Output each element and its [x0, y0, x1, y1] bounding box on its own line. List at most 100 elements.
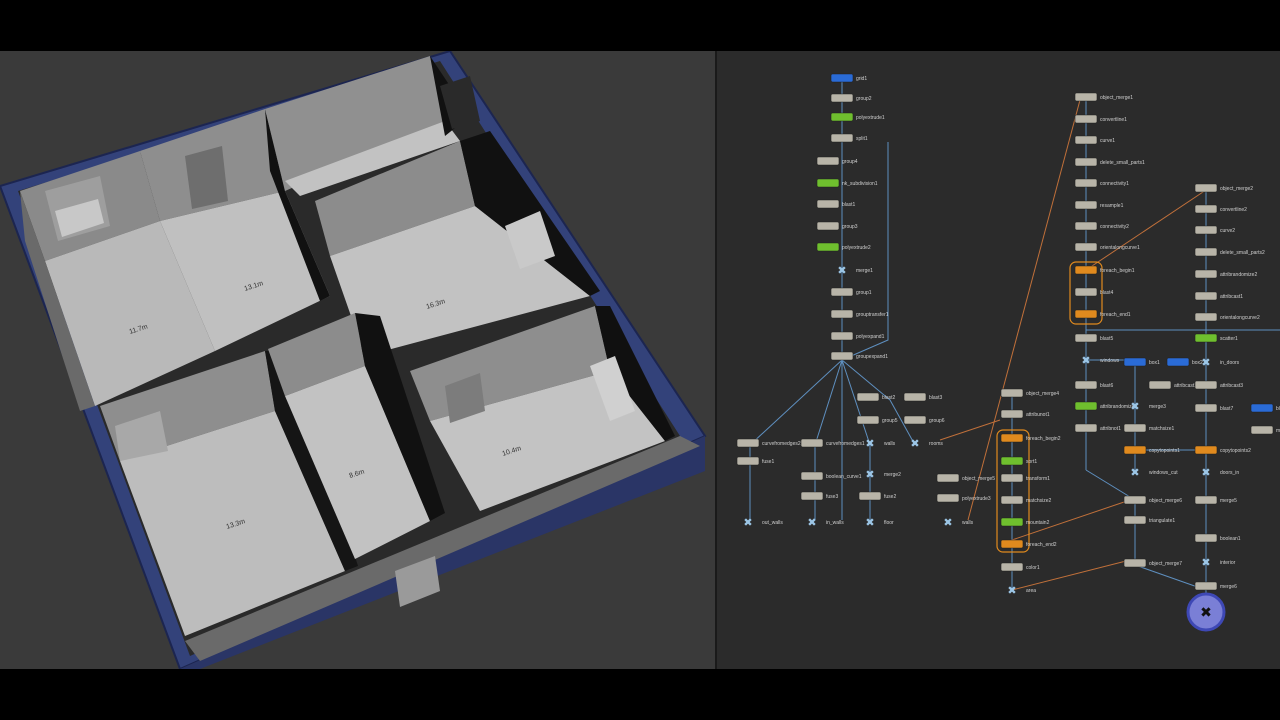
node-delete-small-parts1[interactable]: delete_small_parts1 [1074, 157, 1145, 167]
node-blast6[interactable]: blast6 [1074, 380, 1114, 390]
node-network-editor[interactable]: grid1 group2 polyextrude1 split1 group4 nk_su… [717, 51, 1280, 669]
node-group2[interactable]: group2 [830, 93, 872, 103]
node-merge4[interactable]: merge4 [1250, 425, 1280, 435]
node-convertline2[interactable]: convertline2 [1194, 204, 1247, 214]
node-label: attribcast2 [1174, 383, 1197, 389]
node-attribnot1[interactable]: attribnot1 [1074, 423, 1121, 433]
node-area[interactable]: ✖ area [1007, 585, 1036, 597]
node-body [1000, 456, 1024, 466]
node-boolean-curve[interactable]: boolean_curve1 [800, 471, 862, 481]
node-merge6[interactable]: merge6 [1194, 581, 1237, 591]
node-scatter1[interactable]: scatter1 [1194, 333, 1238, 343]
node-curve2[interactable]: curve2 [1194, 225, 1235, 235]
node-curve1[interactable]: curve1 [1074, 135, 1115, 145]
node-blast8[interactable]: blast8 [1250, 403, 1280, 413]
node-polyextrude2[interactable]: polyextrude2 [816, 242, 871, 252]
node-group5[interactable]: group5 [856, 415, 898, 425]
node-merge3[interactable]: ✖ merge3 [1130, 401, 1166, 413]
node-box1[interactable]: box1 [1123, 357, 1160, 367]
node-foreach-begin1[interactable]: foreach_begin1 [1074, 265, 1135, 275]
node-in-walls[interactable]: ✖ in_walls [807, 517, 844, 529]
node-rooms[interactable]: ✖ rooms [910, 438, 943, 450]
node-label: convertline1 [1100, 117, 1127, 123]
node-group6[interactable]: group6 [903, 415, 945, 425]
node-merge2[interactable]: ✖ merge2 [865, 469, 901, 481]
node-connectivity2[interactable]: connectivity2 [1074, 221, 1129, 231]
node-foreach-end2[interactable]: foreach_end2 [1000, 539, 1057, 549]
node-blast4[interactable]: blast4 [1074, 287, 1114, 297]
node-box2[interactable]: box2 [1166, 357, 1203, 367]
node-curvefromedges2[interactable]: curvefromedges2 [736, 438, 801, 448]
node-blast3[interactable]: blast3 [903, 392, 943, 402]
node-blast1[interactable]: blast1 [816, 199, 856, 209]
node-matchsize1[interactable]: matchsize1 [1123, 423, 1175, 433]
node-walls2[interactable]: ✖ walls [943, 517, 973, 529]
node-attribcast2[interactable]: attribcast2 [1148, 380, 1197, 390]
node-connectivity1[interactable]: connectivity1 [1074, 178, 1129, 188]
node-merge1[interactable]: ✖ merge1 [837, 265, 873, 277]
node-fuse2[interactable]: fuse2 [858, 491, 896, 501]
node-object-merge6[interactable]: object_merge6 [1123, 495, 1182, 505]
node-mountain2[interactable]: mountain2 [1000, 517, 1050, 527]
node-convertline1[interactable]: convertline1 [1074, 114, 1127, 124]
node-grid1[interactable]: grid1 [830, 73, 867, 83]
node-foreach-end1[interactable]: foreach_end1 [1074, 309, 1131, 319]
node-polyextrude3[interactable]: polyextrude3 [936, 493, 991, 503]
node-delete-small-parts2[interactable]: delete_small_parts2 [1194, 247, 1265, 257]
node-triangulate1[interactable]: triangulate1 [1123, 515, 1175, 525]
node-object-merge2[interactable]: object_merge2 [1194, 183, 1253, 193]
node-body [1194, 403, 1218, 413]
node-attribunot1[interactable]: attribunot1 [1000, 409, 1050, 419]
node-transform1[interactable]: transform1 [1000, 473, 1050, 483]
null-node-icon: ✖ [743, 517, 752, 529]
node-grouptransfer1[interactable]: grouptransfer1 [830, 309, 889, 319]
node-polyextrude1[interactable]: polyextrude1 [830, 112, 885, 122]
node-sort1[interactable]: sort1 [1000, 456, 1037, 466]
node-nk-subdivision[interactable]: nk_subdivision1 [816, 178, 878, 188]
node-group3[interactable]: group3 [816, 221, 858, 231]
node-copytopoints2[interactable]: copytopoints2 [1194, 445, 1251, 455]
node-label: boolean1 [1220, 536, 1241, 542]
node-object-merge1[interactable]: object_merge1 [1074, 92, 1133, 102]
node-windows[interactable]: ✖ windows [1081, 355, 1119, 367]
node-walls[interactable]: ✖ walls [865, 438, 895, 450]
node-color1[interactable]: color1 [1000, 562, 1040, 572]
node-polyexpand1[interactable]: polyexpand1 [830, 331, 885, 341]
node-label: attribcast1 [1220, 294, 1243, 300]
node-attribcast1[interactable]: attribcast1 [1194, 291, 1243, 301]
node-floor[interactable]: ✖ floor [865, 517, 894, 529]
node-blast5[interactable]: blast5 [1074, 333, 1114, 343]
node-resample1[interactable]: resample1 [1074, 200, 1124, 210]
node-object-merge4[interactable]: object_merge4 [1000, 388, 1059, 398]
node-boolean1[interactable]: boolean1 [1194, 533, 1241, 543]
node-split1[interactable]: split1 [830, 133, 868, 143]
node-attribrandomize2[interactable]: attribrandomize2 [1194, 269, 1257, 279]
node-attribrandomize1[interactable]: attribrandomize1 [1074, 401, 1137, 411]
node-attribcast3[interactable]: attribcast3 [1194, 380, 1243, 390]
node-groupexpand1[interactable]: groupexpand1 [830, 351, 888, 361]
node-object-merge5[interactable]: object_merge5 [936, 473, 995, 483]
node-curvefromedges1[interactable]: curvefromedges1 [800, 438, 865, 448]
node-blast7[interactable]: blast7 [1194, 403, 1234, 413]
node-matchsize2[interactable]: matchsize2 [1000, 495, 1052, 505]
node-orientalongcurve1[interactable]: orientalongcurve1 [1074, 242, 1140, 252]
node-foreach-begin2[interactable]: foreach_begin2 [1000, 433, 1061, 443]
node-blast2[interactable]: blast2 [856, 392, 896, 402]
3d-viewport[interactable]: 11.7m 13.1m 16.3m 13.3m 8.6m 10.4m [0, 51, 715, 669]
node-group4[interactable]: group4 [816, 156, 858, 166]
node-out-walls[interactable]: ✖ out_walls [743, 517, 783, 529]
node-label: curve2 [1220, 228, 1235, 234]
node-body [1194, 581, 1218, 591]
node-label: rooms [929, 441, 943, 447]
node-object-merge7[interactable]: object_merge7 [1123, 558, 1182, 568]
node-copytopoints1[interactable]: copytopoints1 [1123, 445, 1180, 455]
node-orientalongcurve2[interactable]: orientalongcurve2 [1194, 312, 1260, 322]
node-doors-in[interactable]: ✖ doors_in [1201, 467, 1239, 479]
node-interior[interactable]: ✖ interior [1201, 557, 1235, 569]
node-fuse1[interactable]: fuse1 [736, 456, 774, 466]
node-windows-cut[interactable]: ✖ windows_cut [1130, 467, 1178, 479]
node-merge5[interactable]: merge5 [1194, 495, 1237, 505]
node-group1[interactable]: group1 [830, 287, 872, 297]
node-fuse3[interactable]: fuse3 [800, 491, 838, 501]
node-in-doors[interactable]: ✖ in_doors [1201, 357, 1239, 369]
